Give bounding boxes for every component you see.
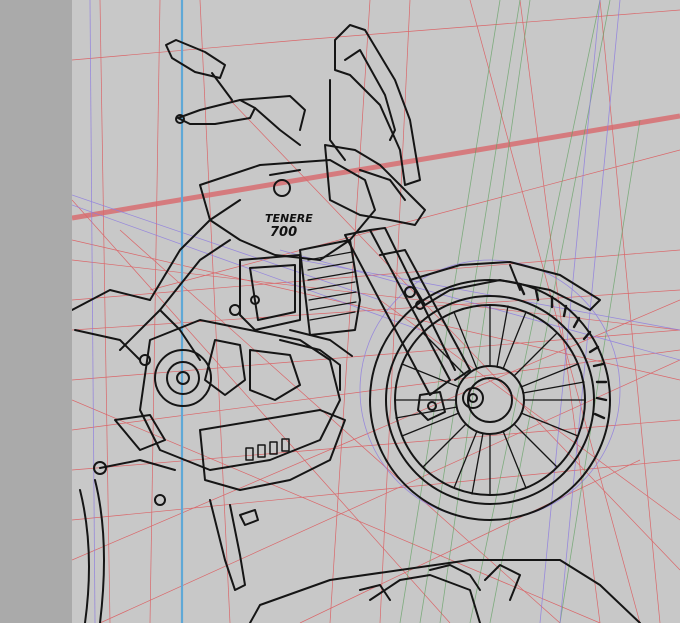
- mirror-icon: [165, 39, 233, 101]
- motorcycle-lineart: [72, 24, 641, 623]
- line-art-canvas[interactable]: TENERE 700: [72, 0, 680, 623]
- perspective-guides-red: [72, 0, 680, 623]
- side-panel: [0, 0, 73, 623]
- horizon-line: [72, 113, 680, 221]
- drawing-app-window: TENERE 700: [0, 0, 680, 623]
- logo-line-2: 700: [270, 225, 297, 240]
- logo-line-1: TENERE: [265, 212, 313, 225]
- drawing-canvas[interactable]: TENERE 700: [72, 0, 680, 623]
- perspective-guides-violet: [72, 0, 680, 623]
